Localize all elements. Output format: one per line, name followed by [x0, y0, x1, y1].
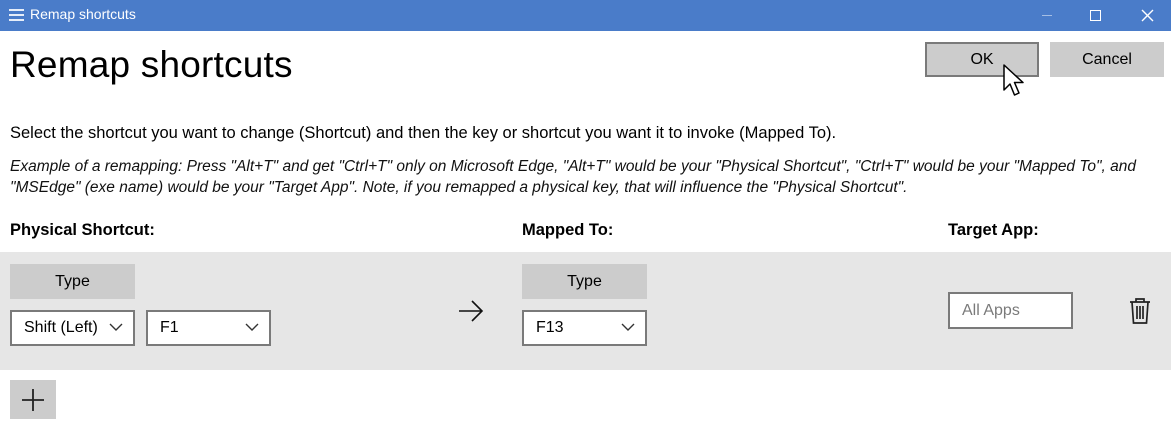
physical-key-select-1[interactable]: Shift (Left)	[10, 310, 135, 346]
chevron-down-icon	[621, 323, 635, 331]
keyboard-icon	[9, 9, 24, 21]
title-bar: Remap shortcuts	[0, 0, 1171, 31]
mapped-to-header: Mapped To:	[522, 221, 614, 239]
select-value: Shift (Left)	[24, 319, 98, 336]
minimize-button[interactable]	[1024, 0, 1070, 31]
physical-key-select-2[interactable]: F1	[146, 310, 271, 346]
target-app-placeholder: All Apps	[962, 301, 1020, 319]
cancel-button[interactable]: Cancel	[1050, 42, 1164, 77]
trash-icon[interactable]	[1128, 297, 1152, 325]
page-title: Remap shortcuts	[10, 44, 293, 85]
minimize-icon	[1042, 15, 1052, 16]
mouse-pointer-icon	[1003, 64, 1024, 96]
arrow-right-icon	[459, 300, 484, 322]
chevron-down-icon	[245, 323, 259, 331]
example-line-1: Example of a remapping: Press "Alt+T" an…	[10, 158, 1137, 175]
close-icon	[1141, 9, 1153, 22]
select-value: F13	[536, 319, 564, 336]
example-line-2: "MSEdge" (exe name) would be your "Targe…	[10, 179, 908, 196]
target-app-header: Target App:	[948, 221, 1039, 239]
close-button[interactable]	[1124, 0, 1170, 31]
select-value: F1	[160, 319, 179, 336]
window-title: Remap shortcuts	[30, 6, 136, 22]
mapped-key-select-1[interactable]: F13	[522, 310, 647, 346]
maximize-button[interactable]	[1072, 0, 1118, 31]
physical-shortcut-header: Physical Shortcut:	[10, 221, 155, 239]
chevron-down-icon	[109, 323, 123, 331]
plus-icon	[22, 388, 44, 411]
example-text: Example of a remapping: Press "Alt+T" an…	[10, 156, 1160, 198]
mapped-type-button[interactable]: Type	[522, 264, 647, 299]
instructions-text: Select the shortcut you want to change (…	[10, 124, 837, 142]
add-shortcut-button[interactable]	[10, 380, 56, 419]
maximize-icon	[1089, 10, 1101, 21]
physical-type-button[interactable]: Type	[10, 264, 135, 299]
target-app-input[interactable]: All Apps	[948, 292, 1073, 329]
